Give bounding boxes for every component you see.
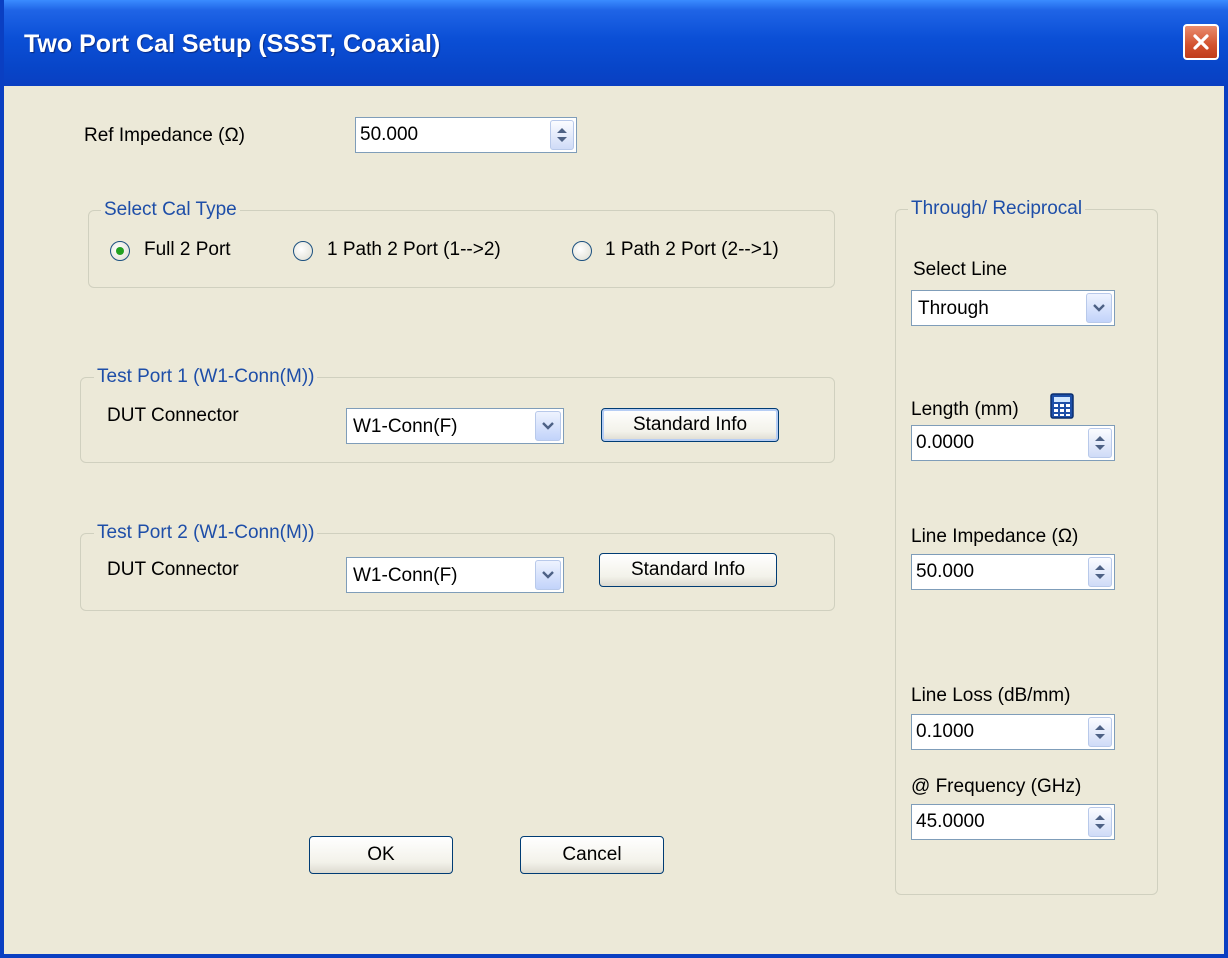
line-loss-spinbox[interactable] [911, 714, 1115, 750]
test-port-1-dut-label: DUT Connector [107, 405, 239, 426]
dropdown-arrow-icon [542, 571, 554, 579]
radio-1-path-1-to-2-label[interactable]: 1 Path 2 Port (1-->2) [327, 239, 501, 261]
radio-selected-dot [116, 247, 124, 255]
test-port-2-legend: Test Port 2 (W1-Conn(M)) [94, 522, 318, 544]
spin-arrows-icon [1095, 436, 1105, 450]
test-port-2-connector-value: W1-Conn(F) [353, 565, 458, 586]
length-spin-buttons[interactable] [1088, 428, 1112, 458]
ref-impedance-spin-buttons[interactable] [550, 120, 574, 150]
line-loss-spin-buttons[interactable] [1088, 717, 1112, 747]
cal-type-legend: Select Cal Type [101, 199, 240, 221]
ref-impedance-label: Ref Impedance (Ω) [84, 125, 245, 146]
radio-1-path-2-to-1-label[interactable]: 1 Path 2 Port (2-->1) [605, 239, 779, 261]
test-port-2-connector-dropdown[interactable]: W1-Conn(F) [346, 557, 564, 593]
test-port-1-dropdown-button[interactable] [535, 411, 561, 441]
frequency-label: @ Frequency (GHz) [911, 776, 1082, 797]
radio-1-path-2-to-1[interactable] [572, 241, 592, 261]
line-impedance-input[interactable] [912, 555, 1084, 589]
frequency-spinbox[interactable] [911, 804, 1115, 840]
spin-arrows-icon [1095, 565, 1105, 579]
ok-button[interactable]: OK [309, 836, 453, 874]
radio-full-2-port-label[interactable]: Full 2 Port [144, 239, 231, 261]
length-spinbox[interactable] [911, 425, 1115, 461]
radio-full-2-port[interactable] [110, 241, 130, 261]
window-title: Two Port Cal Setup (SSST, Coaxial) [24, 30, 441, 58]
test-port-1-connector-value: W1-Conn(F) [353, 416, 458, 437]
line-loss-input[interactable] [912, 715, 1084, 749]
dialog-window: Two Port Cal Setup (SSST, Coaxial) Ref I… [0, 0, 1228, 958]
dropdown-arrow-icon [542, 422, 554, 430]
through-reciprocal-legend: Through/ Reciprocal [908, 198, 1086, 220]
close-button[interactable] [1183, 24, 1219, 60]
spin-arrows-icon [1095, 815, 1105, 829]
ref-impedance-spinbox[interactable] [355, 117, 577, 153]
test-port-1-standard-info-button[interactable]: Standard Info [601, 408, 779, 442]
line-impedance-label: Line Impedance (Ω) [911, 526, 1079, 547]
line-impedance-spinbox[interactable] [911, 554, 1115, 590]
test-port-2-dut-label: DUT Connector [107, 559, 239, 580]
ref-impedance-input[interactable] [356, 118, 546, 152]
frequency-spin-buttons[interactable] [1088, 807, 1112, 837]
select-line-dropdown[interactable]: Through [911, 290, 1115, 326]
calculator-icon[interactable] [1050, 393, 1074, 419]
select-line-label: Select Line [913, 259, 1008, 280]
select-line-dropdown-button[interactable] [1086, 293, 1112, 323]
length-label: Length (mm) [911, 399, 1019, 420]
test-port-1-connector-dropdown[interactable]: W1-Conn(F) [346, 408, 564, 444]
test-port-1-legend: Test Port 1 (W1-Conn(M)) [94, 366, 318, 388]
test-port-2-standard-info-button[interactable]: Standard Info [599, 553, 777, 587]
length-input[interactable] [912, 426, 1084, 460]
select-line-value: Through [918, 298, 989, 319]
test-port-2-dropdown-button[interactable] [535, 560, 561, 590]
dropdown-arrow-icon [1093, 304, 1105, 312]
close-icon [1193, 34, 1209, 50]
cancel-button[interactable]: Cancel [520, 836, 664, 874]
line-impedance-spin-buttons[interactable] [1088, 557, 1112, 587]
line-loss-label: Line Loss (dB/mm) [911, 685, 1071, 706]
spin-arrows-icon [1095, 725, 1105, 739]
spin-arrows-icon [557, 128, 567, 142]
radio-1-path-1-to-2[interactable] [293, 241, 313, 261]
frequency-input[interactable] [912, 805, 1084, 839]
title-bar[interactable]: Two Port Cal Setup (SSST, Coaxial) [4, 0, 1228, 86]
